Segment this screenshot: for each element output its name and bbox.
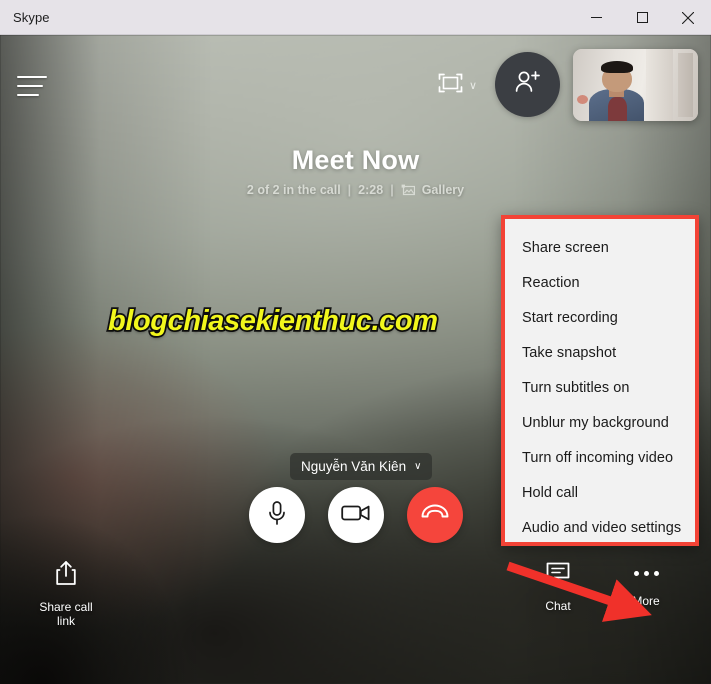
minimize-button[interactable] [573,0,619,35]
add-person-button[interactable] [495,52,560,117]
self-view-thumbnail[interactable] [573,49,698,121]
dot [653,570,659,576]
share-call-link-button[interactable]: Share call link [31,560,101,628]
add-person-icon [514,69,542,100]
participant-name-badge[interactable]: Nguyễn Văn Kiên ∨ [290,453,433,480]
end-call-icon [420,504,450,527]
more-menu-item[interactable]: Reaction [505,265,695,300]
call-title: Meet Now [291,145,420,175]
chat-bubble-icon [545,561,571,590]
status-divider: | [347,183,352,197]
layout-toggle-button[interactable]: ∨ [438,73,477,99]
more-menu-item[interactable]: Hold call [505,475,695,510]
maximize-button[interactable] [619,0,665,35]
camera-button[interactable] [328,487,384,543]
gallery-icon [401,184,415,196]
close-button[interactable] [665,0,711,35]
more-label: More [632,594,660,608]
skype-call-window: Skype ∨ Meet Now 2 of 2 in the call | 2:… [0,0,711,684]
share-label-line2: link [56,614,75,628]
more-button[interactable]: More [618,561,674,608]
self-view-hair [600,60,633,74]
chat-button[interactable]: Chat [528,561,588,613]
participant-name: Nguyễn Văn Kiên [301,459,407,474]
dot [643,570,649,576]
share-call-link-label: Share call link [39,600,92,628]
chat-label: Chat [545,599,571,613]
video-camera-icon [341,502,371,529]
self-view-door [645,49,673,121]
dot [633,570,639,576]
participant-count: 2 of 2 in the call [246,183,341,197]
call-status-line: 2 of 2 in the call | 2:28 | Gallery [0,183,711,197]
status-divider: | [390,183,394,197]
call-duration: 2:28 [358,183,384,197]
hamburger-menu-icon[interactable] [17,70,47,102]
chevron-down-icon: ∨ [414,461,422,472]
hamburger-line [17,76,47,78]
more-options-menu: Share screen Reaction Start recording Take … [501,215,699,546]
hamburger-line [17,85,43,87]
gallery-label[interactable]: Gallery [422,183,464,197]
more-menu-item[interactable]: Start recording [505,300,695,335]
layout-frame-icon [438,73,463,99]
self-view-door-edge [678,53,693,117]
more-menu-item[interactable]: Take snapshot [505,335,695,370]
watermark-text: blogchiasekienthuc.com [106,303,440,339]
more-dots-icon [633,561,659,585]
window-title: Skype [13,9,50,25]
more-menu-item[interactable]: Turn off incoming video [505,440,695,475]
share-icon [54,560,78,591]
more-menu-item[interactable]: Unblur my background [505,405,695,440]
window-controls [573,0,711,34]
end-call-button[interactable] [407,487,463,543]
more-menu-item[interactable]: Audio and video settings [505,510,695,545]
self-view-shirt [608,96,627,121]
microphone-icon [265,499,289,532]
more-menu-item[interactable]: Turn subtitles on [505,370,695,405]
window-title-bar: Skype [0,0,711,35]
hamburger-line [17,94,39,96]
more-options-list: Share screen Reaction Start recording Take … [505,219,695,551]
share-label-line1: Share call [39,600,93,614]
microphone-button[interactable] [249,487,305,543]
more-menu-item[interactable]: Share screen [505,230,695,265]
chevron-down-icon: ∨ [469,79,478,92]
